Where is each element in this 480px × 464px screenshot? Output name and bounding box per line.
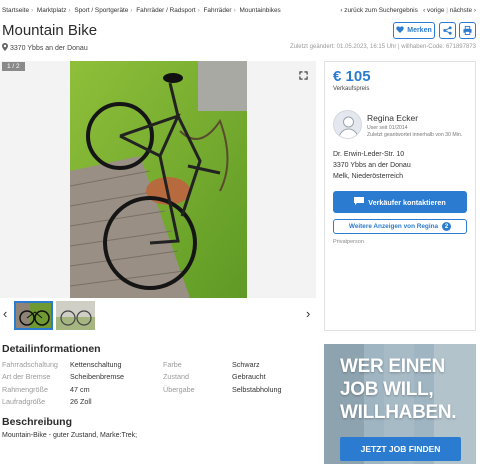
details-left: Fahrradschaltung Kettenschaltung Art der … <box>2 359 124 408</box>
ad-headline-line: WILLHABEN. <box>340 402 457 423</box>
detail-row: Zustand Gebraucht <box>163 371 282 383</box>
detail-value: Selbstabholung <box>232 384 282 394</box>
ad-headline-line: WER EINEN <box>340 356 445 377</box>
details-heading: Detailinformationen <box>2 343 101 355</box>
save-button[interactable]: Merken <box>393 22 435 39</box>
location-text: 3370 Ybbs an der Donau <box>10 44 88 52</box>
chevron-left-icon[interactable]: ‹ <box>3 306 7 321</box>
detail-row: Übergabe Selbstabholung <box>163 384 282 396</box>
price: € 105 <box>333 68 371 85</box>
detail-value: Kettenschaltung <box>70 360 122 369</box>
map-pin-icon <box>2 43 8 53</box>
detail-key: Übergabe <box>163 384 195 394</box>
print-icon <box>463 22 472 40</box>
ad-headline-line: JOB WILL, <box>340 379 434 400</box>
share-icon <box>443 22 452 40</box>
detail-value: 47 cm <box>70 384 90 394</box>
chevron-left-icon: ‹ <box>340 7 343 14</box>
breadcrumb: Startseite › Marktplatz › Sport / Sportger… <box>2 7 281 14</box>
detail-key: Farbe <box>163 360 182 369</box>
listing-meta: Zuletzt geändert: 01.05.2023, 16:15 Uhr … <box>289 44 476 50</box>
print-button[interactable] <box>459 22 476 39</box>
contact-seller-label: Verkäufer kontaktieren <box>368 197 446 207</box>
chevron-left-icon: ‹ <box>423 7 426 14</box>
breadcrumb-item[interactable]: Sport / Sportgeräte <box>74 7 128 14</box>
seller-address-line: Dr. Erwin-Leder-Str. 10 <box>333 151 405 158</box>
thumbnail-1[interactable] <box>14 301 53 330</box>
detail-row: Art der Bremse Scheibenbremse <box>2 371 124 383</box>
image-counter: 1 / 2 <box>2 62 25 71</box>
seller-since: User seit 01/2014 <box>367 125 408 131</box>
price-label: Verkaufspreis <box>333 86 370 92</box>
more-listings-label: Weitere Anzeigen von Regina <box>348 223 439 230</box>
detail-row: Farbe Schwarz <box>163 359 282 371</box>
description-text: Mountain-Bike - guter Zustand, Marke:Tre… <box>2 432 138 439</box>
back-to-results-link[interactable]: zurück zum Suchergebnis <box>344 7 418 14</box>
detail-value: 26 Zoll <box>70 396 92 406</box>
description-heading: Beschreibung <box>2 416 73 428</box>
breadcrumb-item[interactable]: Startseite <box>2 7 29 14</box>
detail-value: Gebraucht <box>232 372 266 382</box>
detail-key: Fahrradschaltung <box>2 360 58 369</box>
breadcrumb-item[interactable]: Fahrräder / Radsport <box>136 7 195 14</box>
detail-value: Scheibenbremse <box>70 372 124 382</box>
save-button-label: Merken <box>407 27 432 34</box>
previous-link[interactable]: vorige <box>427 7 444 14</box>
chat-icon <box>354 197 365 207</box>
expand-icon[interactable] <box>299 67 308 85</box>
result-navigation: ‹ zurück zum Suchergebnis ‹ vorige | näc… <box>340 7 476 14</box>
user-avatar-icon <box>333 110 362 139</box>
detail-row: Laufradgröße 26 Zoll <box>2 396 124 408</box>
seller-address-line: 3370 Ybbs an der Donau <box>333 162 411 169</box>
contact-seller-button[interactable]: Verkäufer kontaktieren <box>333 191 467 213</box>
detail-key: Rahmengröße <box>2 384 48 394</box>
detail-key: Zustand <box>163 372 189 382</box>
location: 3370 Ybbs an der Donau <box>2 43 88 53</box>
detail-key: Laufradgröße <box>2 396 46 406</box>
seller-name: Regina Ecker <box>367 113 419 123</box>
detail-value: Schwarz <box>232 360 260 369</box>
ad-cta-button[interactable]: JETZT JOB FINDEN <box>340 437 461 461</box>
heart-icon <box>396 26 404 35</box>
breadcrumb-item[interactable]: Marktplatz <box>37 7 66 14</box>
details-right: Farbe Schwarz Zustand Gebraucht Übergabe Se… <box>163 359 282 396</box>
seller-type: Privatperson <box>333 239 364 245</box>
seller-address-line: Melk, Niederösterreich <box>333 173 404 180</box>
thumbnail-2[interactable] <box>56 301 95 330</box>
main-photo[interactable] <box>70 61 247 298</box>
breadcrumb-item[interactable]: Fahrräder <box>204 7 232 14</box>
detail-key: Art der Bremse <box>2 372 51 382</box>
seller-response-time: Zuletzt geantwortet innerhalb von 30 Min… <box>367 132 463 138</box>
breadcrumb-item[interactable]: Mountainbikes <box>239 7 280 14</box>
job-ad-banner[interactable]: WER EINEN JOB WILL, WILLHABEN. JETZT JOB… <box>324 344 476 464</box>
detail-row: Rahmengröße 47 cm <box>2 384 124 396</box>
more-listings-button[interactable]: Weitere Anzeigen von Regina 2 <box>333 219 467 234</box>
next-link[interactable]: nächste <box>450 7 472 14</box>
share-button[interactable] <box>439 22 456 39</box>
detail-row: Fahrradschaltung Kettenschaltung <box>2 359 124 371</box>
page-title: Mountain Bike <box>2 22 98 39</box>
chevron-right-icon[interactable]: › <box>306 306 310 321</box>
chevron-right-icon: › <box>473 7 476 14</box>
more-listings-count: 2 <box>442 222 452 231</box>
